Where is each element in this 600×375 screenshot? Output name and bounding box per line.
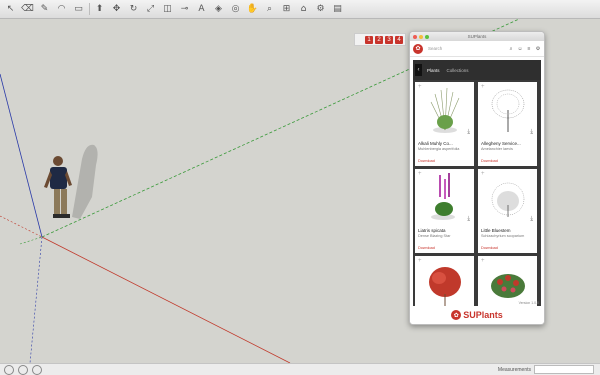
brand-name: SUPlants <box>463 310 503 320</box>
pencil-icon[interactable]: ✎ <box>38 3 51 16</box>
plant-image <box>491 182 525 217</box>
panel-titlebar: SUPlants <box>410 32 544 41</box>
download-icon[interactable]: ⤓ <box>530 129 533 136</box>
suplants-panel: SUPlants ✿ Search ⌕ ☺ ≡ ⚙ ‹ Plants Colle… <box>409 31 545 325</box>
ext-button-3[interactable]: 3 <box>385 35 393 44</box>
search-input[interactable]: Search <box>428 45 505 53</box>
extension-toolbar: 1 2 3 4 <box>354 33 406 46</box>
credits-icon[interactable] <box>18 364 28 375</box>
plant-scientific-name: Dense Blazing Star <box>418 234 451 238</box>
status-bar: Measurements <box>0 363 600 375</box>
add-icon[interactable]: + <box>418 258 422 264</box>
plant-scientific-name: Amelanchier laevis <box>481 147 513 151</box>
arc-icon[interactable]: ◠ <box>55 3 68 16</box>
eraser-icon[interactable]: ⌫ <box>21 3 34 16</box>
offset-icon[interactable]: ◫ <box>161 3 174 16</box>
plant-image <box>431 173 455 220</box>
main-toolbar: ↖ ⌫ ✎ ◠ ▭ ⬆ ✥ ↻ ⤢ ◫ ⊸ A ◈ ◎ ✋ ⌕ ⊞ ⌂ ⚙ ▤ <box>0 0 600 19</box>
plant-card[interactable]: + ⤓ Alkali Muhly Co... Muhlenbergia aspe… <box>415 82 474 166</box>
add-icon[interactable]: + <box>481 171 485 177</box>
measurements-label: Measurements <box>497 366 531 373</box>
scale-icon[interactable]: ⤢ <box>144 3 157 16</box>
ext-button-2[interactable]: 2 <box>375 35 383 44</box>
user-icon[interactable]: ☺ <box>517 46 523 52</box>
plant-card[interactable]: + ⤓ Liatris spicata Dense Blazing Star D… <box>415 169 474 253</box>
add-icon[interactable]: + <box>481 84 485 90</box>
rotate-icon[interactable]: ↻ <box>127 3 140 16</box>
download-icon[interactable]: ⤓ <box>530 216 533 223</box>
tab-plants[interactable]: Plants <box>427 68 440 73</box>
search-icon[interactable]: ⌕ <box>508 46 514 52</box>
tape-icon[interactable]: ⊸ <box>178 3 191 16</box>
help-icon[interactable] <box>32 364 42 375</box>
plant-link[interactable]: Download <box>418 246 435 250</box>
paint-icon[interactable]: ◈ <box>212 3 225 16</box>
plant-card[interactable]: + <box>415 256 474 306</box>
plant-image <box>429 267 461 306</box>
move-icon[interactable]: ✥ <box>110 3 123 16</box>
layout-icon[interactable]: ▤ <box>331 3 344 16</box>
zoom-icon[interactable]: ⌕ <box>263 3 276 16</box>
add-icon[interactable]: + <box>481 258 485 264</box>
plant-link[interactable]: Download <box>481 246 498 250</box>
tab-collections[interactable]: Collections <box>447 68 469 73</box>
zoom-extents-icon[interactable]: ⊞ <box>280 3 293 16</box>
download-icon[interactable]: ⤓ <box>467 216 470 223</box>
pan-icon[interactable]: ✋ <box>246 3 259 16</box>
search-row: ✿ Search ⌕ ☺ ≡ ⚙ <box>410 41 544 57</box>
toolbar-divider <box>89 3 90 15</box>
plant-link[interactable]: Download <box>481 159 498 163</box>
rectangle-icon[interactable]: ▭ <box>72 3 85 16</box>
plant-image <box>491 89 525 132</box>
suplants-logo-icon: ✿ <box>413 43 423 54</box>
measurements-box: Measurements <box>498 365 594 374</box>
plant-grid: + ⤓ Alkali Muhly Co... Muhlenbergia aspe… <box>413 80 541 306</box>
panel-title: SUPlants <box>467 34 487 39</box>
back-icon[interactable]: ‹ <box>415 64 422 76</box>
plant-scientific-name: Schizachyrium scoparium <box>481 234 525 238</box>
plant-card[interactable]: + <box>478 256 537 306</box>
plant-link[interactable]: Download <box>418 159 435 163</box>
download-icon[interactable]: ⤓ <box>467 129 470 136</box>
ext-button-1[interactable]: 1 <box>365 35 373 44</box>
brand-logo-icon: ✿ <box>451 310 462 320</box>
settings-icon[interactable]: ⚙ <box>535 46 541 52</box>
panel-tabs: ‹ Plants Collections <box>413 60 541 80</box>
text-icon[interactable]: A <box>195 3 208 16</box>
orbit-icon[interactable]: ◎ <box>229 3 242 16</box>
plant-image <box>491 274 525 298</box>
menu-icon[interactable]: ≡ <box>526 46 532 52</box>
plant-image <box>430 87 460 133</box>
warehouse-icon[interactable]: ⌂ <box>297 3 310 16</box>
plant-card[interactable]: + ⤓ Little Bluestem Schizachyrium scopar… <box>478 169 537 253</box>
add-icon[interactable]: + <box>418 84 422 90</box>
ext-button-4[interactable]: 4 <box>395 35 403 44</box>
extension-icon[interactable]: ⚙ <box>314 3 327 16</box>
pushpull-icon[interactable]: ⬆ <box>93 3 106 16</box>
panel-footer: Version 1.0.0 ✿ SUPlants <box>410 301 544 324</box>
plant-name: Liatris spicata <box>418 228 446 233</box>
plant-card[interactable]: + ⤓ Allegheny Service... Amelanchier lae… <box>478 82 537 166</box>
version-label: Version 1.0.0 <box>518 301 539 305</box>
select-icon[interactable]: ↖ <box>4 3 17 16</box>
geo-icon[interactable] <box>4 364 14 375</box>
plant-scientific-name: Muhlenbergia asperifolia <box>418 147 460 151</box>
measurements-input[interactable] <box>534 365 594 374</box>
plant-name: Alkali Muhly Co... <box>418 141 453 146</box>
plant-name: Allegheny Service... <box>481 141 521 146</box>
plant-name: Little Bluestem <box>481 228 511 233</box>
add-icon[interactable]: + <box>418 171 422 177</box>
